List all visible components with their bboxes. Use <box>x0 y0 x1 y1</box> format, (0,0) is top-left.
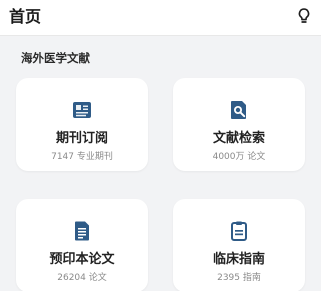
card-title: 期刊订阅 <box>55 131 108 146</box>
lightbulb-button[interactable] <box>293 5 315 27</box>
page-title: 首页 <box>9 7 42 26</box>
search-document-icon <box>227 98 251 122</box>
card-title: 临床指南 <box>212 252 265 267</box>
app-screen: 首页 海外医学文献 期刊订阅 7147 专业期刊 文献检索 4000万 论文 预… <box>0 0 321 291</box>
card-clinical-guidelines[interactable]: 临床指南 2395 指南 <box>173 199 305 291</box>
card-title: 文献检索 <box>212 131 265 146</box>
card-literature-search[interactable]: 文献检索 4000万 论文 <box>173 78 305 171</box>
lightbulb-icon <box>298 8 310 23</box>
clipboard-icon <box>227 219 251 243</box>
card-subtitle: 26204 论文 <box>57 273 107 283</box>
card-subtitle: 7147 专业期刊 <box>51 152 113 162</box>
card-subtitle: 2395 指南 <box>217 273 261 283</box>
document-icon <box>70 219 94 243</box>
newspaper-icon <box>70 98 94 122</box>
card-title: 预印本论文 <box>49 252 115 267</box>
top-bar: 首页 <box>0 0 321 36</box>
card-journal-subscription[interactable]: 期刊订阅 7147 专业期刊 <box>16 78 148 171</box>
card-preprint-papers[interactable]: 预印本论文 26204 论文 <box>16 199 148 291</box>
section-title: 海外医学文献 <box>21 51 90 65</box>
card-subtitle: 4000万 论文 <box>212 152 266 162</box>
